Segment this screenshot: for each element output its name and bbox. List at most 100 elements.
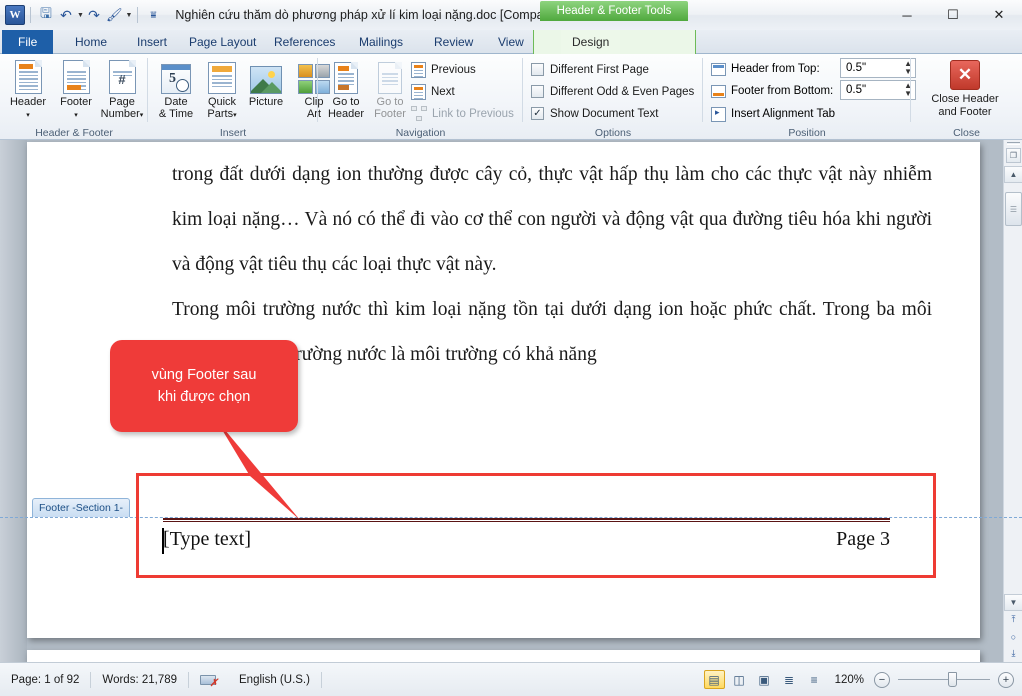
- divider: [137, 7, 139, 23]
- insert-alignment-tab-button[interactable]: Insert Alignment Tab: [711, 103, 835, 125]
- footer-boundary-line: [0, 517, 1022, 518]
- tab-insert[interactable]: Insert: [126, 30, 178, 54]
- checkbox-box[interactable]: [531, 85, 544, 98]
- language-indicator[interactable]: English (U.S.): [228, 669, 321, 690]
- header-button[interactable]: Header ▾: [2, 58, 54, 122]
- format-painter-icon[interactable]: 🖌: [104, 4, 125, 26]
- close-hf-label-1: Close Header: [931, 93, 999, 105]
- title-bar: W 🖫 ↶ ▼ ↷ 🖌 ▼ ⩸ Nghiên cứu thăm dò phươn…: [0, 0, 1022, 30]
- header-from-top-input[interactable]: 0.5" ▲ ▼: [840, 58, 916, 78]
- tab-design[interactable]: Design: [561, 30, 621, 54]
- footer-button-label: Footer: [60, 96, 92, 108]
- view-draft-button[interactable]: ≡: [804, 670, 825, 689]
- undo-icon[interactable]: ↶: [56, 4, 76, 26]
- group-label-navigation: Navigation: [395, 127, 446, 139]
- chevron-down-icon[interactable]: ▾: [140, 112, 144, 119]
- footer-from-bottom-icon: [711, 84, 726, 98]
- maximize-button[interactable]: ☐: [930, 0, 976, 30]
- word-count[interactable]: Words: 21,789: [91, 669, 188, 690]
- previous-label: Previous: [431, 63, 476, 76]
- view-print-layout-button[interactable]: ▤: [703, 670, 725, 689]
- zoom-in-button[interactable]: +: [998, 671, 1014, 688]
- close-header-footer-button[interactable]: ✕ Close Header and Footer: [929, 60, 1001, 119]
- tab-mailings[interactable]: Mailings: [348, 30, 414, 54]
- checkbox-label: Show Document Text: [550, 107, 659, 120]
- word-window: W 🖫 ↶ ▼ ↷ 🖌 ▼ ⩸ Nghiên cứu thăm dò phươn…: [0, 0, 1022, 696]
- scroll-down-button[interactable]: ▼: [1004, 594, 1022, 611]
- tab-home[interactable]: Home: [64, 30, 118, 54]
- view-outline-button[interactable]: ≣: [779, 670, 800, 689]
- previous-button[interactable]: Previous: [408, 59, 479, 80]
- divider: [30, 7, 31, 23]
- word-logo-icon[interactable]: W: [5, 5, 25, 25]
- close-button[interactable]: ✕: [976, 0, 1022, 30]
- header-from-top-label: Header from Top:: [731, 63, 820, 75]
- ribbon-tab-strip: File Home Insert Page Layout References …: [0, 30, 1022, 81]
- tab-review[interactable]: Review: [423, 30, 484, 54]
- checkbox-different-odd-even[interactable]: Different Odd & Even Pages: [531, 81, 694, 102]
- minimize-button[interactable]: ─: [884, 0, 930, 30]
- previous-icon: [411, 61, 426, 78]
- scroll-up-button[interactable]: ▲: [1004, 166, 1022, 183]
- checkbox-different-first-page[interactable]: Different First Page: [531, 59, 649, 80]
- header-from-top-icon: [711, 62, 726, 76]
- header-from-top-field[interactable]: Header from Top:: [711, 58, 820, 80]
- footer-from-bottom-value: 0.5": [846, 84, 867, 96]
- zoom-level[interactable]: 120%: [835, 674, 864, 686]
- date-time-button[interactable]: 5 Date & Time: [150, 58, 202, 120]
- picture-button[interactable]: Picture: [240, 58, 292, 108]
- view-full-screen-reading-button[interactable]: ◫: [729, 670, 750, 689]
- select-browse-object-button[interactable]: ○: [1005, 628, 1022, 645]
- group-label-position: Position: [788, 127, 826, 139]
- chevron-down-icon[interactable]: ▾: [74, 112, 78, 119]
- zoom-slider[interactable]: [898, 672, 990, 687]
- group-label-header-footer: Header & Footer: [35, 127, 113, 139]
- link-to-previous-icon: [411, 106, 427, 121]
- next-button[interactable]: Next: [408, 81, 458, 102]
- footer-from-bottom-input[interactable]: 0.5" ▲ ▼: [840, 80, 916, 100]
- checkbox-box[interactable]: [531, 63, 544, 76]
- go-to-header-label-2: Header: [327, 108, 365, 120]
- checkbox-box[interactable]: ✓: [531, 107, 544, 120]
- page-indicator[interactable]: Page: 1 of 92: [0, 669, 90, 690]
- save-icon[interactable]: 🖫: [36, 4, 56, 26]
- ribbon-group-options: Different First Page Different Odd & Eve…: [523, 54, 703, 140]
- footer-page-number-field[interactable]: Page 3: [836, 528, 890, 551]
- page-number-icon: #: [94, 58, 150, 94]
- undo-dropdown-icon[interactable]: ▼: [77, 12, 84, 19]
- previous-page-button[interactable]: ⤒: [1005, 611, 1022, 628]
- scroll-thumb[interactable]: ☰: [1005, 192, 1022, 226]
- zoom-slider-handle[interactable]: [948, 672, 957, 687]
- ribbon-group-header-footer: Header ▾ Footer ▾ # Page Number▾ Header & F…: [0, 54, 148, 140]
- page-number-button[interactable]: # Page Number▾: [94, 58, 150, 122]
- vertical-scrollbar[interactable]: ❐ ▲ ☰ ▼ ⤒ ○ ⤓: [1003, 140, 1022, 662]
- checkbox-show-document-text[interactable]: ✓ Show Document Text: [531, 103, 658, 124]
- tab-file[interactable]: File: [2, 30, 54, 54]
- callout-line-1: vùng Footer sau: [151, 367, 257, 383]
- checkbox-label: Different Odd & Even Pages: [550, 85, 695, 98]
- insert-alignment-tab-label: Insert Alignment Tab: [731, 108, 835, 120]
- proofing-status[interactable]: ✗: [189, 669, 228, 690]
- split-handle[interactable]: [1007, 142, 1020, 145]
- browse-object-icon[interactable]: ❐: [1006, 148, 1021, 163]
- zoom-out-button[interactable]: −: [874, 671, 890, 688]
- annotation-callout: vùng Footer sau khi được chọn: [110, 340, 298, 432]
- header-icon: [2, 58, 54, 94]
- next-page-button[interactable]: ⤓: [1005, 645, 1022, 662]
- redo-icon[interactable]: ↷: [84, 4, 104, 26]
- footer-from-bottom-field[interactable]: Footer from Bottom:: [711, 80, 833, 102]
- tab-references[interactable]: References: [263, 30, 346, 54]
- status-bar-right: ▤ ◫ ▣ ≣ ≡ 120% − +: [703, 670, 1014, 689]
- footer-type-text-placeholder[interactable]: [Type text]: [163, 528, 251, 551]
- chevron-down-icon[interactable]: ▾: [26, 112, 30, 119]
- customize-qat-icon[interactable]: ⩸: [143, 4, 163, 26]
- tab-page-layout[interactable]: Page Layout: [178, 30, 267, 54]
- tab-view[interactable]: View: [487, 30, 535, 54]
- chevron-down-icon[interactable]: ▾: [233, 112, 237, 119]
- spelling-check-icon: ✗: [200, 673, 218, 689]
- date-time-icon: 5: [150, 58, 202, 94]
- view-web-layout-button[interactable]: ▣: [754, 670, 775, 689]
- document-canvas[interactable]: trong đất dưới dạng ion thường được cây …: [0, 140, 1022, 696]
- page-number-label-2: Number: [100, 108, 140, 120]
- format-painter-dropdown-icon[interactable]: ▼: [125, 12, 132, 19]
